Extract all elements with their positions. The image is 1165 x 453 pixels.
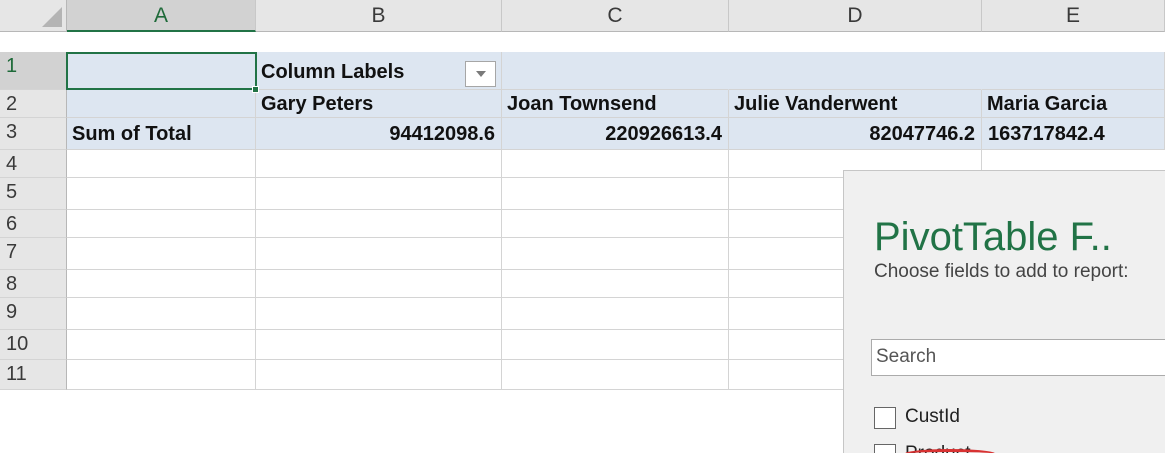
column-header-e[interactable]: E bbox=[982, 0, 1165, 32]
cell-c4[interactable] bbox=[502, 150, 729, 178]
column-header-c[interactable]: C bbox=[502, 0, 729, 32]
cell-b10[interactable] bbox=[256, 330, 502, 360]
fill-handle[interactable] bbox=[252, 86, 259, 93]
column-header-d[interactable]: D bbox=[729, 0, 982, 32]
cell-c1[interactable] bbox=[502, 52, 729, 90]
cell-a2[interactable] bbox=[67, 90, 256, 118]
active-cell-border bbox=[66, 52, 257, 90]
pivot-sum-label[interactable]: Sum of Total bbox=[67, 118, 256, 150]
field-label-custid: CustId bbox=[905, 406, 960, 427]
custid-checkbox[interactable] bbox=[874, 407, 896, 429]
pivot-value-3[interactable]: 82047746.2 bbox=[729, 118, 982, 150]
row-header-8[interactable]: 8 bbox=[0, 270, 67, 298]
cell-b6[interactable] bbox=[256, 210, 502, 238]
cell-b8[interactable] bbox=[256, 270, 502, 298]
select-all-corner[interactable] bbox=[0, 0, 67, 32]
dropdown-arrow-icon bbox=[476, 71, 486, 77]
column-header-b[interactable]: B bbox=[256, 0, 502, 32]
cell-a6[interactable] bbox=[67, 210, 256, 238]
pane-instructions: Choose fields to add to report: bbox=[874, 261, 1129, 282]
pivot-value-2[interactable]: 220926613.4 bbox=[502, 118, 729, 150]
pivot-header-3[interactable]: Julie Vanderwent bbox=[729, 90, 982, 118]
select-all-icon bbox=[42, 7, 62, 27]
cell-b5[interactable] bbox=[256, 178, 502, 210]
row-header-9[interactable]: 9 bbox=[0, 298, 67, 330]
pivot-header-4[interactable]: Maria Garcia bbox=[982, 90, 1165, 118]
row-header-1[interactable]: 1 bbox=[0, 52, 67, 90]
row-header-3[interactable]: 3 bbox=[0, 118, 67, 150]
pivot-header-1[interactable]: Gary Peters bbox=[256, 90, 502, 118]
pivottable-fields-pane: PivotTable F.. Choose fields to add to r… bbox=[843, 170, 1165, 453]
cell-a4[interactable] bbox=[67, 150, 256, 178]
cell-c10[interactable] bbox=[502, 330, 729, 360]
row-header-2[interactable]: 2 bbox=[0, 90, 67, 118]
row-header-4[interactable]: 4 bbox=[0, 150, 67, 178]
row-header-11[interactable]: 11 bbox=[0, 360, 67, 390]
cell-d1[interactable] bbox=[729, 52, 982, 90]
cell-c6[interactable] bbox=[502, 210, 729, 238]
red-annotation-mark bbox=[904, 449, 996, 453]
search-placeholder: Search bbox=[876, 346, 937, 367]
pivot-value-4[interactable]: 163717842.4 bbox=[982, 118, 1165, 150]
cell-b9[interactable] bbox=[256, 298, 502, 330]
row-header-10[interactable]: 10 bbox=[0, 330, 67, 360]
cell-b4[interactable] bbox=[256, 150, 502, 178]
row-header-5[interactable]: 5 bbox=[0, 178, 67, 210]
cell-c5[interactable] bbox=[502, 178, 729, 210]
pane-title: PivotTable F.. bbox=[874, 215, 1112, 259]
pivot-value-1[interactable]: 94412098.6 bbox=[256, 118, 502, 150]
cell-a8[interactable] bbox=[67, 270, 256, 298]
cell-c9[interactable] bbox=[502, 298, 729, 330]
cell-c7[interactable] bbox=[502, 238, 729, 270]
cell-b7[interactable] bbox=[256, 238, 502, 270]
cell-c8[interactable] bbox=[502, 270, 729, 298]
row-header-7[interactable]: 7 bbox=[0, 238, 67, 270]
pivot-header-2[interactable]: Joan Townsend bbox=[502, 90, 729, 118]
cell-b11[interactable] bbox=[256, 360, 502, 390]
field-search-input[interactable]: Search bbox=[871, 339, 1165, 376]
column-header-a[interactable]: A bbox=[67, 0, 256, 32]
cell-a9[interactable] bbox=[67, 298, 256, 330]
cell-a11[interactable] bbox=[67, 360, 256, 390]
cell-a7[interactable] bbox=[67, 238, 256, 270]
product-checkbox[interactable] bbox=[874, 444, 896, 453]
cell-e1[interactable] bbox=[982, 52, 1165, 90]
column-labels-filter-button[interactable] bbox=[465, 61, 496, 87]
field-item-custid[interactable]: CustId bbox=[874, 404, 1134, 430]
cell-a10[interactable] bbox=[67, 330, 256, 360]
row-header-6[interactable]: 6 bbox=[0, 210, 67, 238]
cell-a5[interactable] bbox=[67, 178, 256, 210]
cell-c11[interactable] bbox=[502, 360, 729, 390]
